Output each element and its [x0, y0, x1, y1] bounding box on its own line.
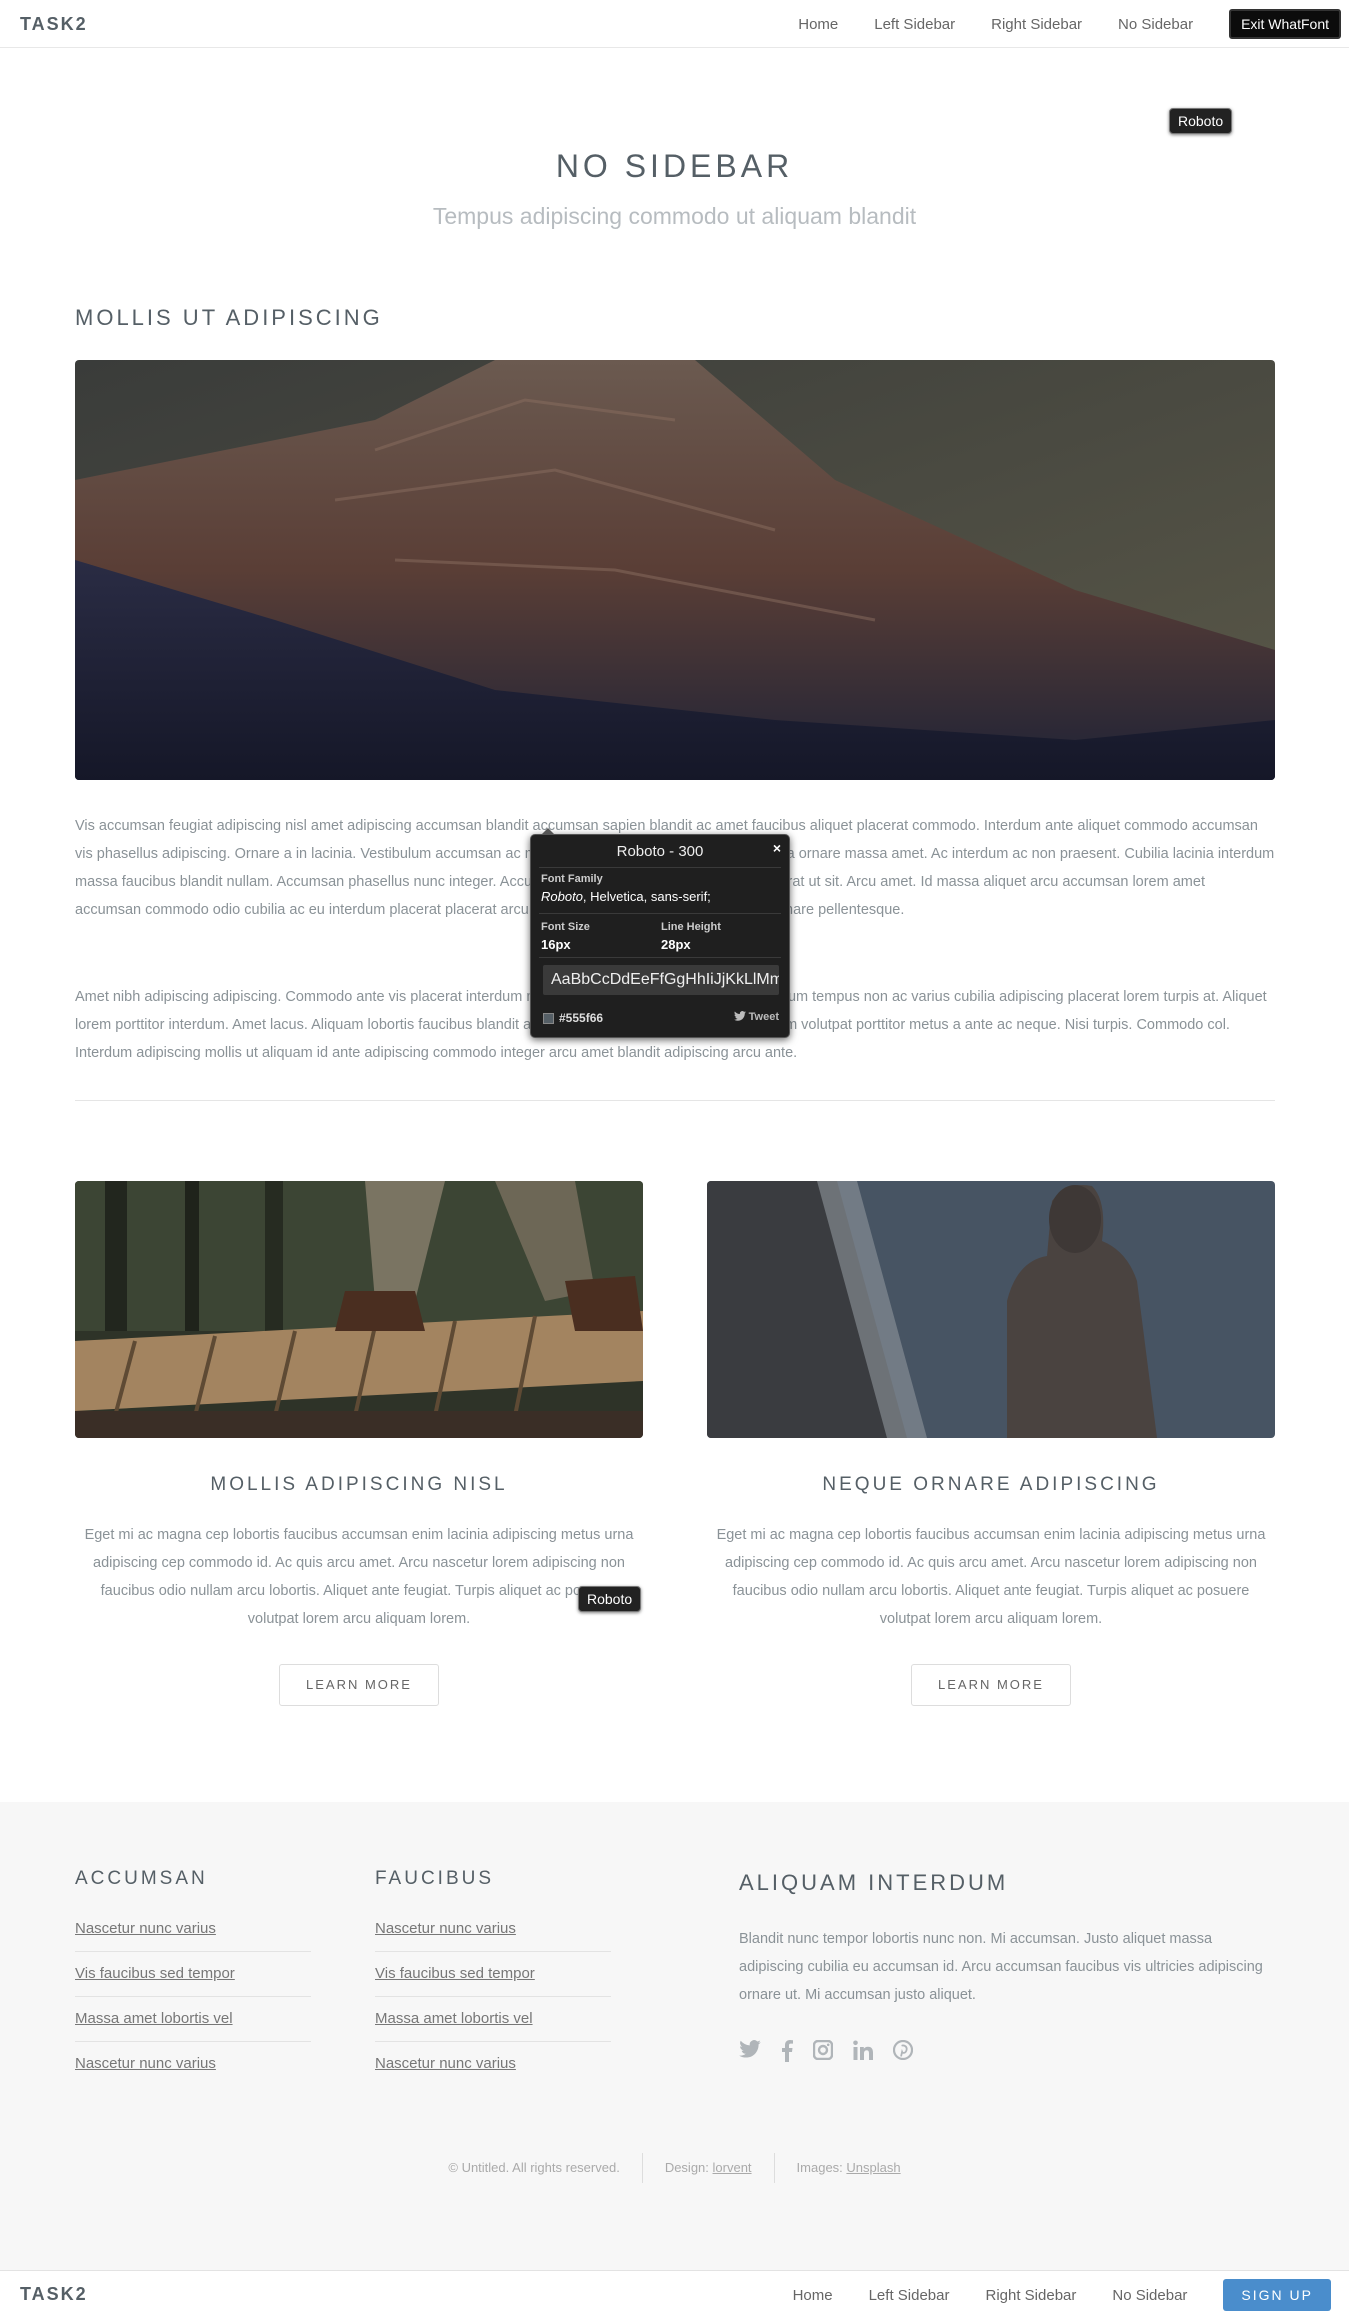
footer-divider — [375, 2041, 611, 2042]
footer-divider — [75, 2041, 311, 2042]
instagram-icon[interactable] — [812, 2039, 834, 2067]
page-subtitle: Tempus adipiscing commodo ut aliquam bla… — [432, 203, 917, 229]
main-nav: Home Left Sidebar Right Sidebar No Sideb… — [798, 0, 1349, 48]
bottom-navbar: TASK2 Home Left Sidebar Right Sidebar No… — [0, 2270, 1349, 2319]
whatfont-popup: Roboto - 300 × Font Family Roboto, Helve… — [530, 828, 790, 1038]
images-credit: Images: Unsplash — [796, 2160, 901, 2175]
tweet-button[interactable]: Tweet — [733, 1011, 779, 1023]
learn-more-button[interactable]: LEARN MORE — [911, 1664, 1071, 1706]
font-size-value: 16px — [541, 937, 571, 952]
learn-more-button[interactable]: LEARN MORE — [279, 1664, 439, 1706]
footer-heading: FAUCIBUS — [375, 1868, 495, 1889]
nav-left-sidebar[interactable]: Left Sidebar — [869, 2287, 950, 2304]
brand-logo[interactable]: TASK2 — [20, 14, 88, 35]
twitter-icon — [733, 1011, 746, 1021]
footer-link[interactable]: Vis faucibus sed tempor — [375, 1965, 535, 1982]
footer-link[interactable]: Vis faucibus sed tempor — [75, 1965, 235, 1982]
line-height-value: 28px — [661, 937, 691, 952]
nav-no-sidebar[interactable]: No Sidebar — [1118, 16, 1193, 33]
footer-heading: ALIQUAM INTERDUM — [739, 1870, 1009, 1895]
card-title: NEQUE ORNARE ADIPISCING — [822, 1474, 1160, 1495]
footer-divider — [375, 1996, 611, 1997]
mountain-image — [75, 360, 1275, 780]
bottom-nav: Home Left Sidebar Right Sidebar No Sideb… — [793, 2271, 1349, 2319]
section-divider — [75, 1100, 1275, 1101]
page-title: NO SIDEBAR — [555, 148, 794, 184]
section-heading: MOLLIS UT ADIPISCING — [75, 305, 383, 330]
font-sample: AaBbCcDdEeFfGgHhIiJjKkLlMmNnOo — [543, 965, 779, 995]
copyright-row: © Untitled. All rights reserved. Design:… — [0, 2153, 1349, 2183]
whatfont-tag[interactable]: Roboto — [1169, 108, 1233, 134]
footer-heading: ACCUMSAN — [75, 1868, 208, 1889]
popup-arrow — [541, 828, 555, 835]
close-icon[interactable]: × — [773, 840, 781, 856]
nav-home[interactable]: Home — [793, 2287, 833, 2304]
nav-no-sidebar[interactable]: No Sidebar — [1112, 2287, 1187, 2304]
popup-divider — [539, 957, 781, 958]
footer-divider — [75, 1951, 311, 1952]
nav-right-sidebar[interactable]: Right Sidebar — [991, 16, 1082, 33]
footer-link[interactable]: Nascetur nunc varius — [375, 1920, 516, 1937]
font-size-label: Font Size — [541, 921, 590, 933]
nav-left-sidebar[interactable]: Left Sidebar — [874, 16, 955, 33]
footer-link[interactable]: Nascetur nunc varius — [375, 2055, 516, 2072]
sign-up-button[interactable]: SIGN UP — [1223, 2279, 1331, 2311]
linkedin-icon[interactable] — [853, 2040, 873, 2067]
footer-divider — [375, 1951, 611, 1952]
card-title: MOLLIS ADIPISCING NISL — [210, 1474, 508, 1495]
design-link[interactable]: lorvent — [713, 2160, 752, 2175]
nav-home[interactable]: Home — [798, 16, 838, 33]
nav-right-sidebar[interactable]: Right Sidebar — [985, 2287, 1076, 2304]
footer-link[interactable]: Nascetur nunc varius — [75, 1920, 216, 1937]
brand-logo[interactable]: TASK2 — [20, 2284, 88, 2305]
whatfont-tag[interactable]: Roboto — [578, 1586, 642, 1612]
exit-whatfont-button[interactable]: Exit WhatFont — [1229, 9, 1341, 39]
footer-link[interactable]: Massa amet lobortis vel — [375, 2010, 533, 2027]
design-credit: Design: lorvent — [664, 2160, 752, 2175]
card-text: Eget mi ac magna cep lobortis faucibus a… — [716, 1527, 1266, 1627]
font-family-label: Font Family — [541, 873, 603, 885]
boardwalk-image — [75, 1181, 643, 1438]
twitter-icon[interactable] — [739, 2040, 761, 2067]
line-height-label: Line Height — [661, 921, 721, 933]
font-family-value: Roboto, Helvetica, sans-serif; — [541, 889, 711, 904]
footer-text: Blandit nunc tempor lobortis nunc non. M… — [739, 1931, 1263, 2003]
top-navbar: TASK2 Home Left Sidebar Right Sidebar No… — [0, 0, 1349, 48]
hooded-person-image — [707, 1181, 1275, 1438]
footer-divider — [75, 1996, 311, 1997]
footer-link[interactable]: Massa amet lobortis vel — [75, 2010, 233, 2027]
facebook-icon[interactable] — [781, 2040, 793, 2067]
color-hex: #555f66 — [559, 1011, 604, 1025]
images-link[interactable]: Unsplash — [846, 2160, 900, 2175]
footer-link[interactable]: Nascetur nunc varius — [75, 2055, 216, 2072]
popup-divider — [539, 867, 781, 868]
popup-title: Roboto - 300 — [616, 843, 704, 860]
card-text: Eget mi ac magna cep lobortis faucibus a… — [84, 1527, 634, 1627]
popup-divider — [539, 913, 781, 914]
copyright-text: © Untitled. All rights reserved. — [448, 2160, 620, 2175]
color-swatch — [543, 1013, 554, 1024]
pinterest-icon[interactable] — [892, 2039, 914, 2067]
social-links — [739, 2039, 933, 2067]
